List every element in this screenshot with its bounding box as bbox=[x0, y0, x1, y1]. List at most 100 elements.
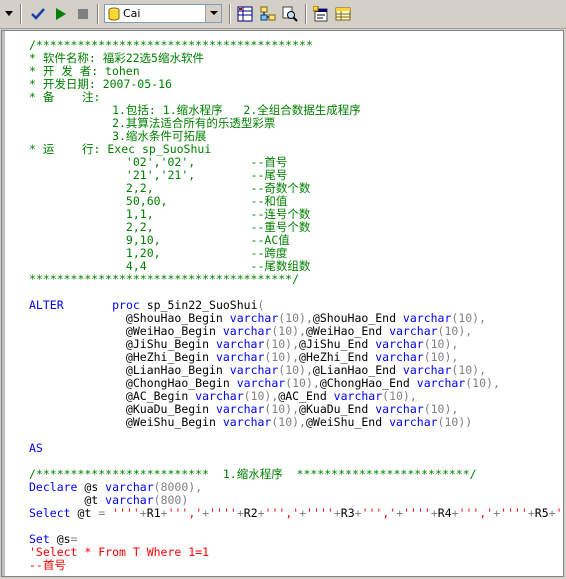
code-token: , bbox=[479, 363, 487, 377]
code-token: @WeiShu_Begin bbox=[29, 415, 223, 429]
code-token: * 开 发 者: tohen bbox=[29, 64, 140, 78]
code-token: , bbox=[492, 376, 500, 390]
code-token: 'Select * From T Where 1=1 bbox=[29, 545, 210, 559]
code-token: @WeiHao_Begin bbox=[29, 324, 223, 338]
code-token: (10) bbox=[285, 376, 313, 390]
code-token: R2 bbox=[243, 506, 258, 520]
find-magnifier-icon[interactable] bbox=[280, 4, 300, 24]
grid-results-icon[interactable] bbox=[235, 4, 255, 24]
code-token: AS bbox=[29, 441, 43, 455]
code-token: , bbox=[465, 324, 473, 338]
code-token: @WeiShu_End bbox=[305, 415, 390, 429]
code-token: R5 bbox=[534, 506, 549, 520]
code-token: ''',' bbox=[264, 506, 300, 520]
parse-check-icon[interactable] bbox=[28, 4, 48, 24]
code-token: (10) bbox=[451, 311, 480, 325]
code-token: + bbox=[257, 506, 265, 520]
code-token: Select bbox=[29, 506, 71, 520]
execution-plan-icon[interactable] bbox=[258, 4, 278, 24]
code-token: @HeZhi_Begin bbox=[29, 350, 216, 364]
code-token: (10) bbox=[423, 337, 452, 351]
code-token: 3.缩水条件可拓展 bbox=[29, 129, 207, 143]
code-line: --首号 bbox=[29, 558, 563, 572]
toolbar-separator bbox=[97, 4, 99, 24]
code-token: , bbox=[299, 415, 306, 429]
code-token: R1 bbox=[146, 506, 161, 520]
code-token: (10) bbox=[278, 311, 306, 325]
code-token: , bbox=[312, 376, 320, 390]
code-token: , bbox=[292, 402, 300, 416]
code-token: @s bbox=[77, 480, 106, 494]
code-token: (10) bbox=[264, 402, 293, 416]
code-token: '''' bbox=[403, 506, 431, 520]
code-token: + bbox=[430, 506, 438, 520]
code-token: varchar bbox=[105, 480, 154, 494]
code-token: + bbox=[139, 506, 147, 520]
code-token: varchar bbox=[236, 376, 286, 390]
code-token: '''' bbox=[209, 506, 237, 520]
code-token: = bbox=[70, 532, 78, 546]
code-token: (10) bbox=[423, 402, 452, 416]
code-token: varchar bbox=[105, 493, 154, 507]
code-token: varchar bbox=[215, 337, 265, 351]
code-token: varchar bbox=[215, 402, 265, 416]
code-token: 9,10, --AC值 bbox=[29, 233, 290, 247]
sql-editor-pane[interactable]: /***************************************… bbox=[1, 30, 564, 577]
code-token: (10) bbox=[465, 376, 493, 390]
code-token: (10) bbox=[437, 415, 466, 429]
database-name: Cai bbox=[123, 7, 141, 20]
code-line: * 开发日期: 2007-05-16 bbox=[29, 78, 563, 91]
code-token: Set bbox=[29, 532, 50, 546]
code-token: (10) bbox=[423, 350, 452, 364]
database-selector[interactable]: Cai bbox=[104, 4, 222, 23]
code-token: @JiShu_End bbox=[299, 337, 376, 351]
code-token: varchar bbox=[402, 311, 452, 325]
sql-code[interactable]: /***************************************… bbox=[29, 38, 563, 577]
database-dropdown-arrow-icon[interactable] bbox=[205, 5, 221, 22]
code-token: '''' bbox=[112, 506, 140, 520]
code-token: ''' bbox=[555, 506, 563, 520]
code-token: varchar bbox=[375, 350, 424, 364]
code-token: varchar bbox=[389, 415, 438, 429]
code-token: Declare bbox=[29, 480, 78, 494]
code-token: @KuaDu_End bbox=[299, 402, 376, 416]
code-line: @WeiShu_Begin varchar(10),@WeiShu_End va… bbox=[29, 415, 563, 429]
code-token: , bbox=[305, 311, 313, 325]
code-token: (10) bbox=[278, 363, 306, 377]
code-token: proc bbox=[112, 298, 140, 312]
database-cylinder-icon bbox=[108, 7, 120, 21]
dropdown-arrow-icon[interactable] bbox=[2, 4, 16, 24]
properties-icon[interactable] bbox=[311, 4, 331, 24]
code-token: (10) bbox=[243, 389, 272, 403]
code-token: @HeZhi_End bbox=[299, 350, 376, 364]
code-token: , bbox=[195, 480, 203, 494]
code-token: (10) bbox=[264, 350, 293, 364]
code-token: varchar bbox=[416, 376, 466, 390]
code-token: varchar bbox=[222, 415, 272, 429]
code-token: ''',' bbox=[167, 506, 203, 520]
code-token: (10) bbox=[271, 324, 300, 338]
code-token: @LianHao_Begin bbox=[29, 363, 230, 377]
code-token: '''' bbox=[306, 506, 334, 520]
code-token: ( bbox=[257, 298, 265, 312]
code-token: --首号 bbox=[29, 558, 66, 572]
code-token: (10) bbox=[437, 324, 466, 338]
code-token: @AC_End bbox=[278, 389, 334, 403]
code-token: @ChongHao_End bbox=[319, 376, 417, 390]
code-token: 2,2, --重号个数 bbox=[29, 220, 311, 234]
code-token: varchar bbox=[375, 402, 424, 416]
results-table-icon[interactable] bbox=[333, 4, 353, 24]
code-token: * 备 注: bbox=[29, 90, 101, 104]
code-token: varchar bbox=[195, 389, 244, 403]
code-token: @WeiHao_End bbox=[305, 324, 390, 338]
code-token: , bbox=[292, 350, 300, 364]
stop-icon bbox=[74, 4, 92, 24]
code-token: /***************************************… bbox=[29, 38, 313, 52]
code-token: 1,20, --跨度 bbox=[29, 246, 288, 260]
execute-play-icon[interactable] bbox=[51, 4, 71, 24]
query-toolbar: Cai bbox=[0, 0, 566, 29]
code-token: '21','21', --尾号 bbox=[29, 168, 288, 182]
code-token: , bbox=[305, 363, 313, 377]
